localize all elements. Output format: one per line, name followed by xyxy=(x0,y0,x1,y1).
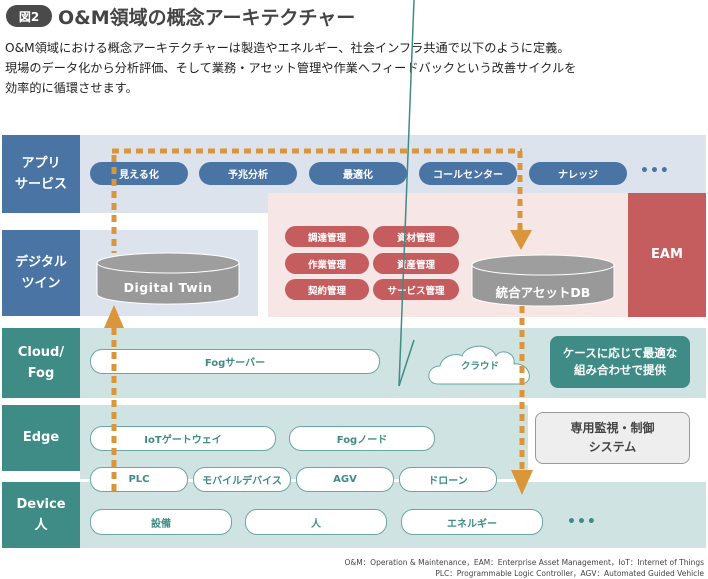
description-line-2: 現場のデータ化から分析評価、そして業務・アセット管理や作業へフィードバックという… xyxy=(5,61,577,75)
cloud-label: クラウド xyxy=(460,361,499,372)
eam-item-services: サービス管理 xyxy=(373,279,459,300)
callout-line1: ケースに応じて最適な xyxy=(562,345,678,360)
eam-item-procurement: 調達管理 xyxy=(285,226,369,247)
digital-twin-band xyxy=(80,230,258,316)
figure-badge: 図2 xyxy=(6,5,52,27)
cloud-label-line2: Fog xyxy=(27,366,55,381)
description-line-1: O&M領域における概念アーキテクチャーは製造やエネルギー、社会インフラ共通で以下… xyxy=(5,41,570,55)
mobile-device: モバイルデバイス xyxy=(193,467,291,492)
iot-gateway: IoTゲートウェイ xyxy=(90,426,276,451)
footnote-line-2: PLC：Programmable Logic Controller，AGV：Au… xyxy=(435,569,704,578)
agv: AGV xyxy=(296,467,394,492)
eam-item-work: 作業管理 xyxy=(285,253,369,274)
dedicated-control-system: 専用監視・制御 システム xyxy=(535,412,690,464)
device-more-ellipsis: ••• xyxy=(567,514,597,530)
digital-twin-db-label: Digital Twin xyxy=(123,279,213,295)
drone: ドローン xyxy=(399,467,497,492)
device-label-line1: Device xyxy=(16,496,66,512)
footnote-line-1: O&M：Operation & Maintenance，EAM：Enterpri… xyxy=(344,558,704,567)
app-label-line2: サービス xyxy=(14,177,67,192)
app-label-line1: アプリ xyxy=(21,155,61,171)
edge-label: Edge xyxy=(2,405,80,471)
device-energy: エネルギー xyxy=(401,509,543,535)
app-item-call-center: コールセンター xyxy=(419,162,517,185)
digital-twin-label: デジタル ツイン xyxy=(2,230,80,316)
device-label-line2: 人 xyxy=(34,518,48,533)
asset-db-label: 統合アセットDB xyxy=(495,284,591,300)
device-person: 人 xyxy=(245,509,387,535)
digital-label-line2: ツイン xyxy=(21,276,61,291)
app-item-optimization: 最適化 xyxy=(309,162,407,185)
app-layer-label: アプリ サービス xyxy=(2,135,80,213)
eam-item-materials: 資材管理 xyxy=(373,226,459,247)
fog-server: Fogサーバー xyxy=(90,349,380,374)
cloud-label-line1: Cloud/ xyxy=(17,344,65,360)
figure-title: O&M領域の概念アーキテクチャー xyxy=(58,7,356,29)
app-item-predictive: 予兆分析 xyxy=(199,162,297,185)
optimal-combination-callout: ケースに応じて最適な 組み合わせで提供 xyxy=(550,336,690,388)
digital-label-line1: デジタル xyxy=(15,254,67,270)
description-line-3: 効率的に循環させます。 xyxy=(5,81,138,95)
eam-label: EAM xyxy=(628,193,706,317)
fog-node: Fogノード xyxy=(289,426,435,451)
eam-item-assets: 資産管理 xyxy=(373,253,459,274)
app-more-ellipsis: ••• xyxy=(640,163,670,179)
dedicated-line2: システム xyxy=(588,440,637,454)
device-equipment: 設備 xyxy=(90,509,232,535)
app-item-knowledge: ナレッジ xyxy=(529,162,627,185)
plc: PLC xyxy=(90,467,188,492)
dedicated-line1: 専用監視・制御 xyxy=(570,420,655,435)
callout-line2: 組み合わせで提供 xyxy=(574,363,666,377)
cloud-fog-label: Cloud/Fog xyxy=(2,328,80,398)
eam-item-contracts: 契約管理 xyxy=(285,279,369,300)
app-item-visualization: 見える化 xyxy=(90,162,188,185)
device-label: Device 人 xyxy=(2,482,80,548)
